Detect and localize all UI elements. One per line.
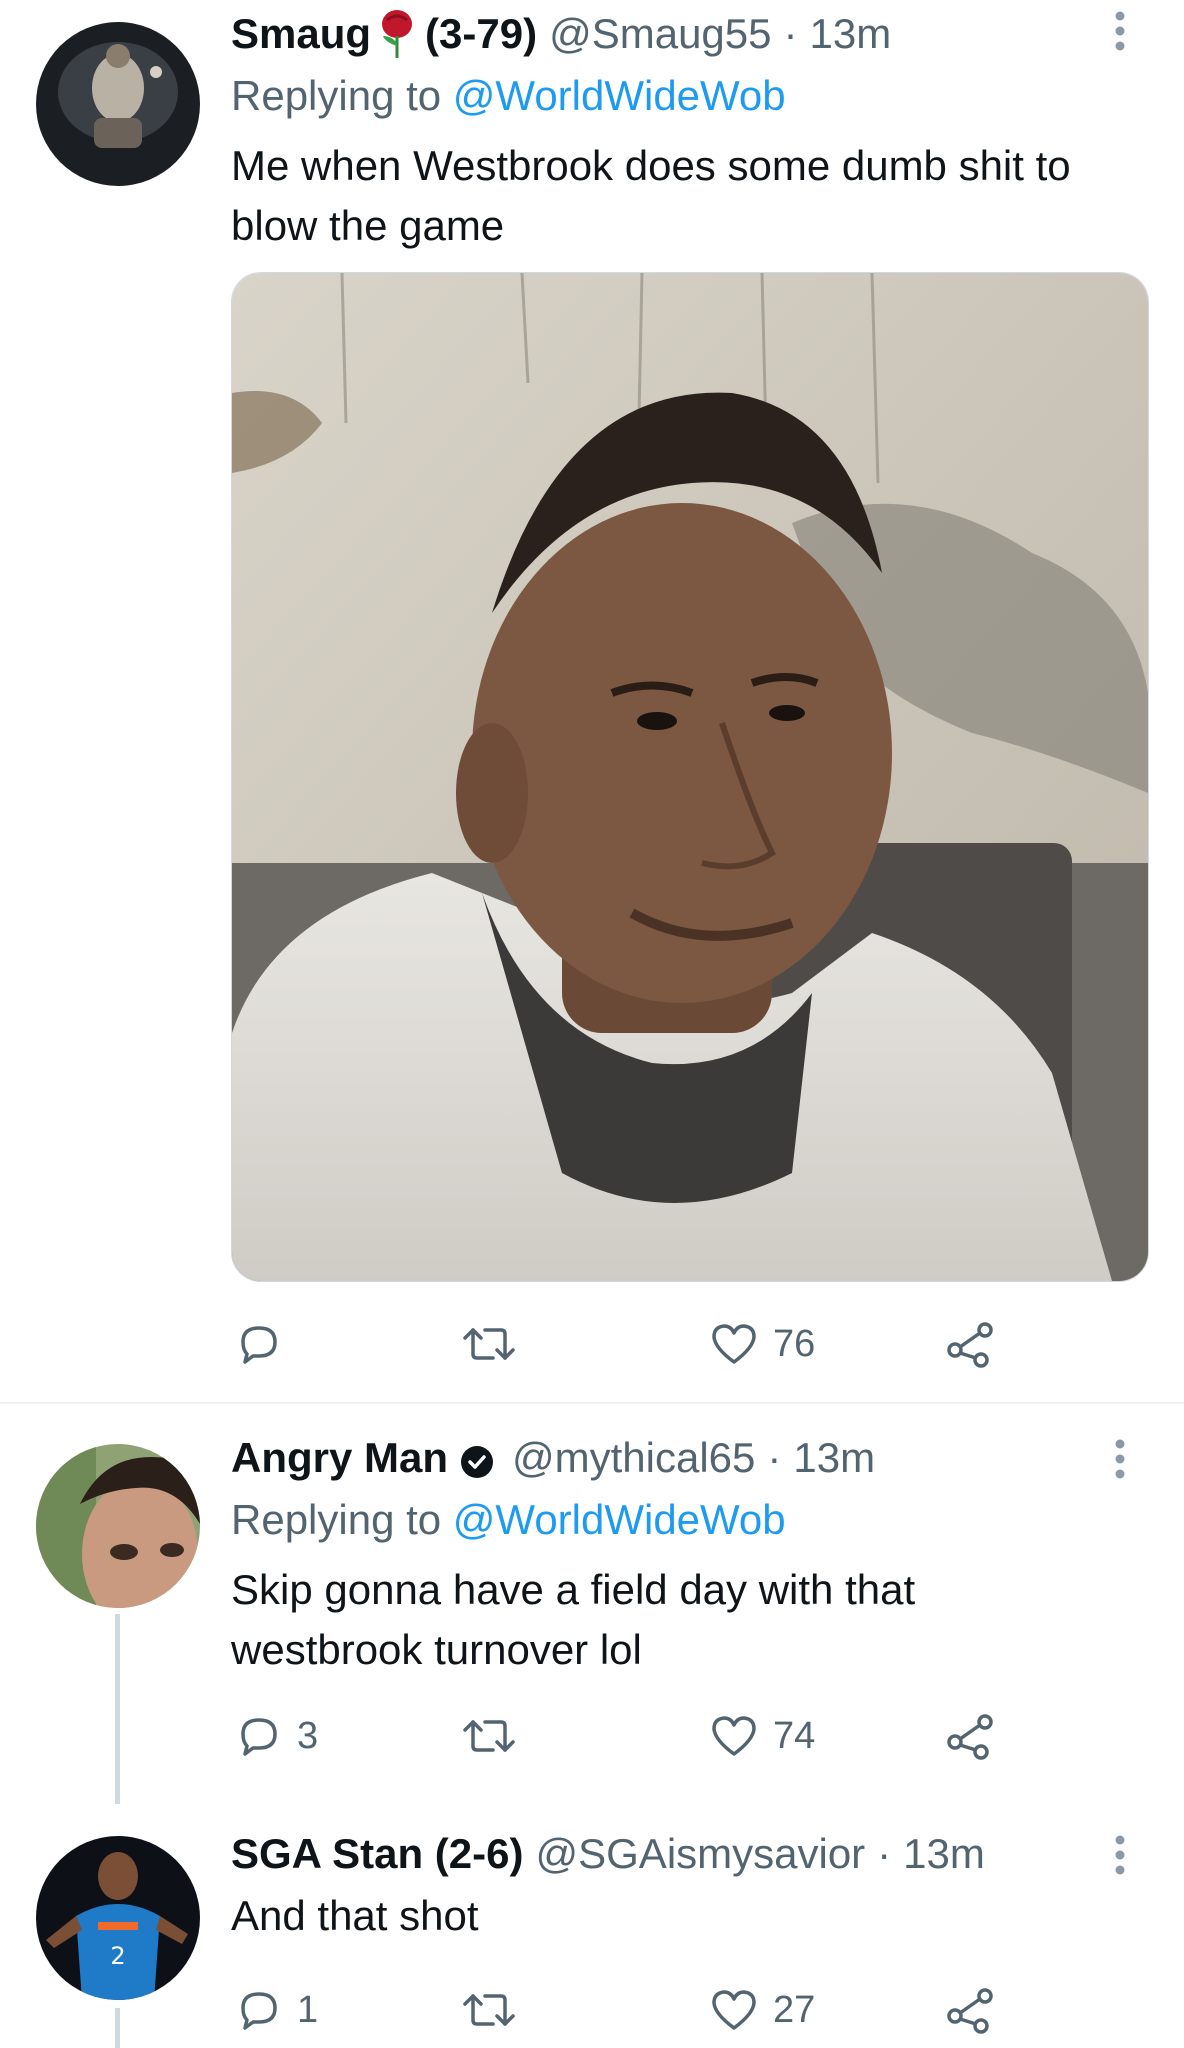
tweet-actions: 1 27 <box>231 1980 1111 2040</box>
share-icon <box>947 1714 993 1760</box>
replying-handle-link[interactable]: @WorldWideWob <box>453 72 786 119</box>
tweet-text-line: Skip gonna have a field day with that <box>231 1566 916 1613</box>
more-options-icon[interactable] <box>1114 1834 1126 1876</box>
name-suffix: (3-79) <box>425 10 538 57</box>
timestamp[interactable]: 13m <box>793 1434 875 1482</box>
share-button[interactable] <box>945 1980 995 2040</box>
avatar[interactable] <box>36 22 200 186</box>
display-name[interactable]: Smaug <box>231 10 371 58</box>
replying-to: Replying to @WorldWideWob <box>231 72 786 120</box>
reply-count: 1 <box>297 1988 319 2031</box>
tweet-text: Me when Westbrook does some dumb shit to… <box>231 136 1131 256</box>
retweet-icon <box>463 1328 515 1360</box>
tweet-actions: 3 74 <box>231 1706 1111 1766</box>
rose-icon <box>377 8 417 60</box>
share-button[interactable] <box>945 1314 995 1374</box>
replying-prefix: Replying to <box>231 72 442 119</box>
replying-to: Replying to @WorldWideWob <box>231 1496 786 1544</box>
avatar[interactable]: 2 <box>36 1836 200 2000</box>
thread-line <box>115 2008 120 2048</box>
reply-button[interactable]: 1 <box>235 1980 318 2040</box>
separator: · <box>783 10 798 57</box>
svg-text:2: 2 <box>110 1942 125 1970</box>
tweet-text-line: And that shot <box>231 1892 479 1939</box>
handle[interactable]: @Smaug55 <box>549 10 771 58</box>
tweet-text-line: blow the game <box>231 202 505 249</box>
reply-icon <box>241 1326 277 1364</box>
reply-icon <box>241 1992 277 2030</box>
reply-button[interactable]: 3 <box>235 1706 318 1766</box>
share-icon <box>947 1988 993 2034</box>
more-options-icon[interactable] <box>1114 1438 1126 1480</box>
tweet-actions: 76 <box>231 1314 1111 1374</box>
tweet-header: Smaug (3-79) @Smaug55 · 13m <box>231 4 891 64</box>
replying-handle-link[interactable]: @WorldWideWob <box>453 1496 786 1543</box>
retweet-button[interactable] <box>461 1706 531 1766</box>
reply-icon <box>241 1718 277 1756</box>
tweet-text: And that shot <box>231 1886 1131 1946</box>
handle[interactable]: @mythical65 <box>512 1434 755 1482</box>
retweet-button[interactable] <box>461 1314 531 1374</box>
tweet[interactable]: Angry Man @mythical65 · 13m Replying to … <box>0 1404 1184 1804</box>
separator: · <box>767 1434 782 1481</box>
like-count: 27 <box>773 1988 816 2031</box>
heart-icon <box>712 1716 756 1756</box>
tweet-text-line: westbrook turnover lol <box>231 1626 642 1673</box>
tweet-media-image[interactable] <box>231 272 1149 1282</box>
timestamp[interactable]: 13m <box>810 10 892 58</box>
avatar[interactable] <box>36 1444 200 1608</box>
like-count: 74 <box>773 1714 816 1757</box>
tweet[interactable]: 2 SGA Stan (2-6) @SGAismysavior · 13m An… <box>0 1804 1184 2048</box>
like-button[interactable]: 27 <box>709 1980 815 2040</box>
separator: · <box>877 1830 892 1877</box>
display-name[interactable]: Angry Man <box>231 1434 448 1482</box>
retweet-icon <box>463 1720 515 1752</box>
display-name[interactable]: SGA Stan (2-6) <box>231 1830 523 1878</box>
handle[interactable]: @SGAismysavior <box>535 1830 865 1878</box>
share-button[interactable] <box>945 1706 995 1766</box>
replying-prefix: Replying to <box>231 1496 442 1543</box>
like-button[interactable]: 74 <box>709 1706 815 1766</box>
tweet[interactable]: Smaug (3-79) @Smaug55 · 13m Replying to … <box>0 0 1184 1400</box>
tweet-header: SGA Stan (2-6) @SGAismysavior · 13m <box>231 1824 985 1884</box>
more-options-icon[interactable] <box>1114 10 1126 52</box>
heart-icon <box>712 1324 756 1364</box>
like-button[interactable]: 76 <box>709 1314 815 1374</box>
timestamp[interactable]: 13m <box>903 1830 985 1878</box>
reply-button[interactable] <box>235 1314 297 1374</box>
verified-icon <box>460 1441 494 1478</box>
thread-line <box>115 1614 120 1804</box>
like-count: 76 <box>773 1322 816 1365</box>
tweet-text: Skip gonna have a field day with that we… <box>231 1560 1131 1680</box>
reply-count: 3 <box>297 1714 319 1757</box>
tweet-text-line: Me when Westbrook does some dumb shit to <box>231 142 1071 189</box>
share-icon <box>947 1322 993 1368</box>
retweet-button[interactable] <box>461 1980 531 2040</box>
retweet-icon <box>463 1994 515 2026</box>
tweet-header: Angry Man @mythical65 · 13m <box>231 1428 875 1488</box>
heart-icon <box>712 1990 756 2030</box>
